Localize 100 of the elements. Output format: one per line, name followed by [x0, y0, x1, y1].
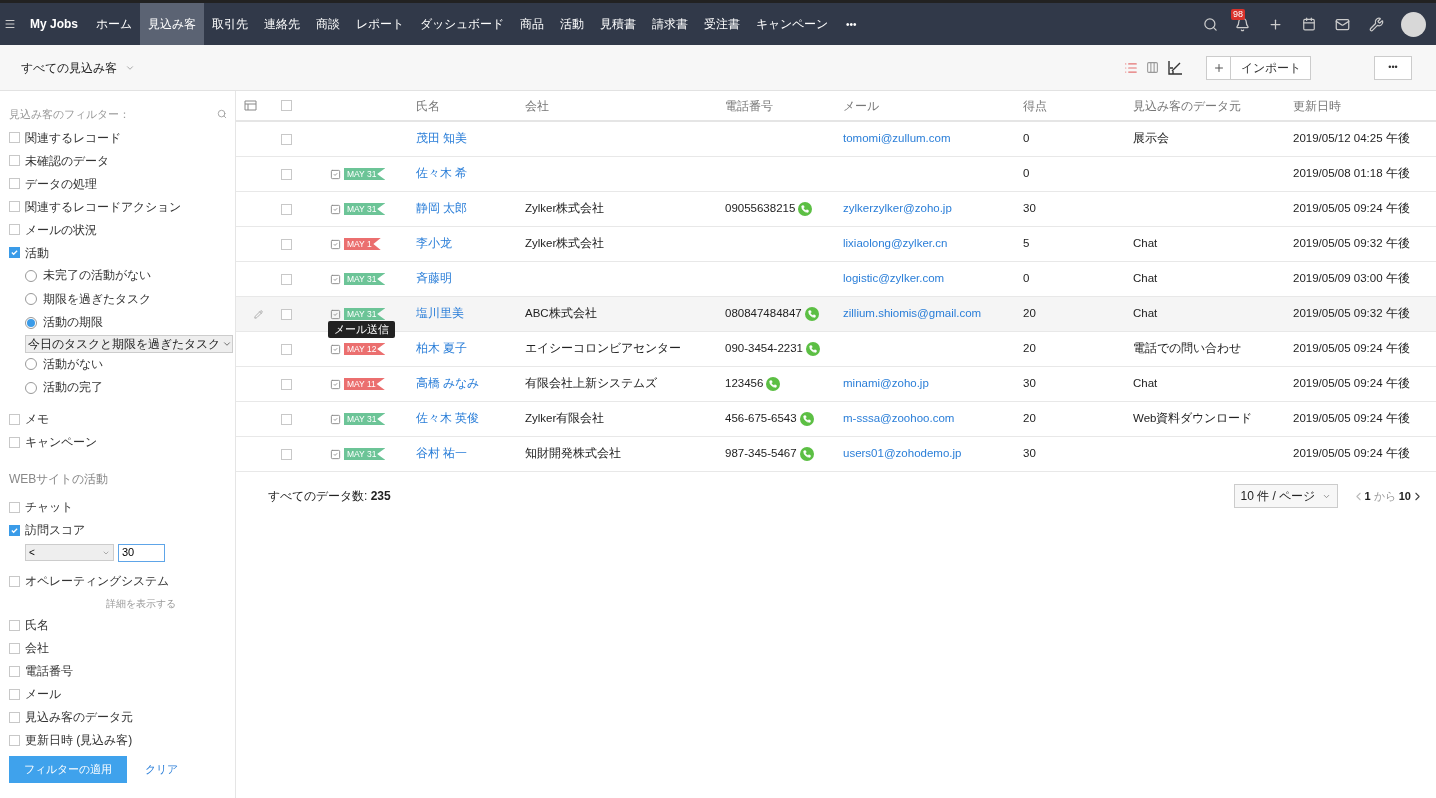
- radio-button[interactable]: [25, 269, 37, 282]
- plus-icon[interactable]: [1268, 16, 1283, 32]
- bell-icon[interactable]: [1235, 16, 1250, 32]
- page-size-dropdown[interactable]: 10 件 / ページ: [1233, 484, 1338, 508]
- list-view-icon[interactable]: [1124, 60, 1138, 75]
- checkbox[interactable]: [9, 132, 20, 143]
- nav-tab[interactable]: レポート: [348, 3, 412, 45]
- column-header[interactable]: 得点: [1023, 98, 1047, 113]
- radio-button[interactable]: [25, 293, 37, 306]
- checkbox[interactable]: [9, 155, 20, 166]
- checkbox[interactable]: [9, 642, 20, 654]
- phone-icon[interactable]: [766, 377, 781, 391]
- lead-name-link[interactable]: 斉藤明: [416, 272, 452, 285]
- row-checkbox[interactable]: [281, 133, 292, 145]
- radio-button[interactable]: [25, 381, 37, 394]
- checkbox[interactable]: [9, 178, 20, 189]
- nav-tab[interactable]: 受注書: [696, 3, 748, 45]
- phone-icon[interactable]: [799, 412, 814, 426]
- row-checkbox[interactable]: [281, 343, 292, 355]
- column-header[interactable]: 見込み客のデータ元: [1133, 98, 1241, 113]
- email-link[interactable]: zylkerzylker@zoho.jp: [843, 202, 952, 215]
- column-settings-icon[interactable]: [244, 99, 258, 112]
- column-header[interactable]: 会社: [525, 98, 549, 113]
- checkbox[interactable]: [9, 201, 20, 212]
- nav-tab[interactable]: 連絡先: [256, 3, 308, 45]
- lead-name-link[interactable]: 静岡 太郎: [416, 202, 468, 215]
- radio-button[interactable]: [25, 358, 37, 371]
- score-input[interactable]: 30: [118, 543, 165, 562]
- avatar[interactable]: [1401, 11, 1426, 37]
- email-link[interactable]: logistic@zylker.com: [843, 272, 945, 285]
- checkbox[interactable]: [9, 436, 20, 448]
- nav-tab[interactable]: 商談: [308, 3, 348, 45]
- phone-icon[interactable]: [798, 202, 813, 216]
- row-checkbox[interactable]: [281, 273, 292, 285]
- nav-tab[interactable]: 見積書: [592, 3, 644, 45]
- lead-name-link[interactable]: 佐々木 希: [416, 167, 468, 180]
- column-header[interactable]: メール: [843, 98, 879, 113]
- lead-name-link[interactable]: 佐々木 英俊: [416, 412, 480, 425]
- email-link[interactable]: tomomi@zullum.com: [843, 132, 951, 145]
- search-icon[interactable]: [1203, 16, 1218, 32]
- nav-tab[interactable]: 商品: [512, 3, 552, 45]
- row-checkbox[interactable]: [281, 413, 292, 425]
- kanban-view-icon[interactable]: [1146, 61, 1159, 74]
- column-header[interactable]: 更新日時: [1293, 98, 1341, 113]
- email-link[interactable]: m-sssa@zoohoo.com: [843, 412, 955, 425]
- lead-name-link[interactable]: 柏木 夏子: [416, 342, 468, 355]
- nav-tab[interactable]: 取引先: [204, 3, 256, 45]
- menu-icon[interactable]: [4, 18, 16, 30]
- calendar-icon[interactable]: [1302, 17, 1316, 31]
- chart-edit-icon[interactable]: [1167, 59, 1183, 76]
- checkbox[interactable]: [9, 665, 20, 677]
- email-link[interactable]: lixiaolong@zylker.cn: [843, 237, 948, 250]
- checkbox[interactable]: [9, 734, 20, 746]
- operator-dropdown[interactable]: <: [25, 544, 114, 561]
- email-link[interactable]: minami@zoho.jp: [843, 377, 929, 390]
- row-checkbox[interactable]: [281, 168, 292, 180]
- lead-name-link[interactable]: 塩川里美: [416, 307, 464, 320]
- import-button[interactable]: インポート: [1231, 55, 1311, 80]
- lead-name-link[interactable]: 李小龙: [416, 237, 452, 250]
- row-checkbox[interactable]: [281, 308, 292, 320]
- phone-icon[interactable]: [804, 307, 819, 321]
- dropdown[interactable]: 今日のタスクと期限を過ぎたタスク: [25, 334, 233, 353]
- task-icon[interactable]: [330, 413, 341, 425]
- more-tabs-button[interactable]: •••: [836, 16, 867, 32]
- view-selector[interactable]: すべての見込み客: [21, 58, 135, 77]
- phone-icon[interactable]: [799, 447, 814, 461]
- radio-button[interactable]: [25, 316, 37, 329]
- email-link[interactable]: zillium.shiomis@gmail.com: [843, 307, 982, 320]
- checkbox[interactable]: [9, 688, 20, 700]
- edit-icon[interactable]: [254, 309, 263, 319]
- brand-link[interactable]: My Jobs: [20, 3, 88, 45]
- column-header[interactable]: 氏名: [416, 98, 440, 113]
- table-row[interactable]: MAY 31 谷村 祐一 知財開発株式会社 987-345-5467 users01@zohodemo.jp 30 2019/05/05 09:24 午後: [236, 437, 1436, 472]
- row-checkbox[interactable]: [281, 238, 292, 250]
- task-icon[interactable]: [330, 378, 341, 390]
- task-icon[interactable]: [330, 238, 341, 250]
- task-icon[interactable]: [330, 273, 341, 285]
- task-icon[interactable]: [330, 168, 341, 180]
- nav-tab[interactable]: 活動: [552, 3, 592, 45]
- nav-tab[interactable]: ダッシュボード: [412, 3, 512, 45]
- email-link[interactable]: users01@zohodemo.jp: [843, 447, 962, 460]
- nav-tab[interactable]: ホーム: [88, 3, 140, 45]
- nav-tab[interactable]: 請求書: [644, 3, 696, 45]
- more-options-button[interactable]: •••: [1374, 55, 1412, 80]
- row-checkbox[interactable]: [281, 448, 292, 460]
- checkbox[interactable]: [9, 575, 20, 587]
- checkbox[interactable]: [9, 711, 20, 723]
- column-header[interactable]: 電話番号: [725, 98, 773, 113]
- lead-name-link[interactable]: 茂田 知美: [416, 132, 468, 145]
- nav-tab[interactable]: 見込み客: [140, 3, 204, 45]
- add-button[interactable]: [1206, 55, 1231, 80]
- checkbox[interactable]: [9, 524, 20, 536]
- row-checkbox[interactable]: [281, 378, 292, 390]
- mail-icon[interactable]: [1335, 16, 1350, 32]
- clear-link[interactable]: クリア: [145, 760, 178, 778]
- select-all-checkbox[interactable]: [281, 100, 292, 111]
- checkbox[interactable]: [9, 224, 20, 235]
- checkbox[interactable]: [9, 619, 20, 631]
- task-icon[interactable]: [330, 308, 341, 320]
- lead-name-link[interactable]: 高橋 みなみ: [416, 377, 480, 390]
